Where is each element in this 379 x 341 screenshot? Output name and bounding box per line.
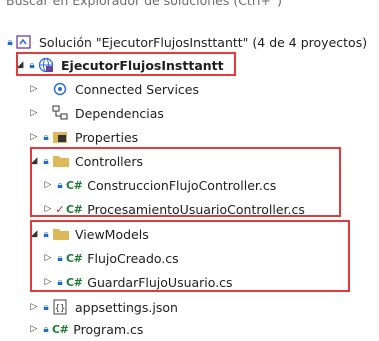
tree-item-label: ConstruccionFlujoController.cs bbox=[87, 177, 277, 193]
tree-item-connected-services[interactable]: ▷ Connected Services bbox=[0, 77, 379, 101]
expand-open-icon[interactable]: ◢ bbox=[28, 229, 40, 239]
tree-item-appsettings[interactable]: ▷ 🔒︎ {} appsettings.json bbox=[0, 295, 379, 319]
tree-item-label: FlujoCreado.cs bbox=[87, 250, 179, 266]
folder-icon bbox=[52, 226, 70, 242]
tree-item-label: appsettings.json bbox=[75, 299, 178, 315]
svg-text:{}: {} bbox=[55, 304, 66, 314]
tree-item-label: Connected Services bbox=[75, 81, 199, 97]
search-box[interactable]: Buscar en Explorador de soluciones (Ctrl… bbox=[0, 0, 379, 18]
lock-icon: 🔒︎ bbox=[29, 59, 35, 71]
csharp-file-icon: C# bbox=[66, 202, 83, 216]
properties-icon bbox=[52, 129, 70, 145]
lock-icon: 🔒︎ bbox=[57, 179, 63, 191]
expand-closed-icon[interactable]: ▷ bbox=[28, 324, 40, 334]
json-file-icon: {} bbox=[52, 299, 70, 315]
folder-icon bbox=[52, 153, 70, 169]
tree-item-label: ViewModels bbox=[75, 226, 149, 242]
tree-item-program[interactable]: ▷ 🔒︎ C# Program.cs bbox=[0, 317, 379, 341]
tree-item-guardar-flujo[interactable]: ▷ 🔒︎ C# GuardarFlujoUsuario.cs bbox=[0, 270, 379, 294]
tree-item-properties[interactable]: ▷ 🔒︎ Properties bbox=[0, 125, 379, 149]
tree-item-flujo-creado[interactable]: ▷ 🔒︎ C# FlujoCreado.cs bbox=[0, 246, 379, 270]
tree-item-controllers[interactable]: ◢ 🔒︎ Controllers bbox=[0, 149, 379, 173]
expand-open-icon[interactable]: ◢ bbox=[14, 60, 26, 70]
tree-item-label: GuardarFlujoUsuario.cs bbox=[87, 274, 233, 290]
lock-icon: 🔒︎ bbox=[43, 131, 49, 143]
expand-closed-icon[interactable]: ▷ bbox=[28, 302, 40, 312]
project-label: EjecutorFlujosInsttantt bbox=[61, 57, 224, 73]
expand-closed-icon[interactable]: ▷ bbox=[42, 180, 54, 190]
csharp-file-icon: C# bbox=[66, 178, 83, 192]
connected-services-icon bbox=[52, 81, 70, 97]
tree-item-dependencies[interactable]: ▷ Dependencias bbox=[0, 101, 379, 125]
solution-icon bbox=[16, 34, 34, 50]
expand-closed-icon[interactable]: ▷ bbox=[28, 132, 40, 142]
lock-icon: 🔒︎ bbox=[7, 36, 13, 48]
lock-icon: 🔒︎ bbox=[43, 228, 49, 240]
lock-icon: 🔒︎ bbox=[43, 155, 49, 167]
tree-item-label: Dependencias bbox=[75, 105, 164, 121]
expand-closed-icon[interactable]: ▷ bbox=[42, 204, 54, 214]
csharp-file-icon: C# bbox=[66, 251, 83, 265]
expand-open-icon[interactable]: ◢ bbox=[28, 156, 40, 166]
tree-item-label: ProcesamientoUsuarioController.cs bbox=[87, 201, 305, 217]
csharp-file-icon: C# bbox=[52, 322, 69, 336]
web-project-icon bbox=[38, 57, 56, 73]
lock-icon: 🔒︎ bbox=[57, 276, 63, 288]
tree-item-procesamiento-controller[interactable]: ▷ ✓ C# ProcesamientoUsuarioController.cs bbox=[0, 197, 379, 221]
solution-label: Solución "EjecutorFlujosInsttantt" (4 de… bbox=[39, 34, 368, 50]
checkmark-icon: ✓ bbox=[55, 202, 65, 216]
tree-item-label: Properties bbox=[75, 129, 139, 145]
lock-icon: 🔒︎ bbox=[43, 301, 49, 313]
expand-closed-icon[interactable]: ▷ bbox=[42, 253, 54, 263]
csharp-file-icon: C# bbox=[66, 275, 83, 289]
dependencies-icon bbox=[52, 105, 70, 121]
tree-item-label: Controllers bbox=[75, 153, 143, 169]
project-row[interactable]: ◢ 🔒︎ EjecutorFlujosInsttantt bbox=[0, 53, 379, 77]
lock-icon: 🔒︎ bbox=[57, 252, 63, 264]
expand-closed-icon[interactable]: ▷ bbox=[28, 84, 40, 94]
lock-icon: 🔒︎ bbox=[43, 323, 49, 335]
solution-row[interactable]: 🔒︎ Solución "EjecutorFlujosInsttantt" (4… bbox=[0, 30, 379, 54]
search-placeholder: Buscar en Explorador de soluciones (Ctrl… bbox=[6, 0, 283, 8]
expand-closed-icon[interactable]: ▷ bbox=[28, 108, 40, 118]
tree-item-viewmodels[interactable]: ◢ 🔒︎ ViewModels bbox=[0, 222, 379, 246]
expand-closed-icon[interactable]: ▷ bbox=[42, 277, 54, 287]
tree-item-construccion-controller[interactable]: ▷ 🔒︎ C# ConstruccionFlujoController.cs bbox=[0, 173, 379, 197]
tree-item-label: Program.cs bbox=[73, 321, 144, 337]
